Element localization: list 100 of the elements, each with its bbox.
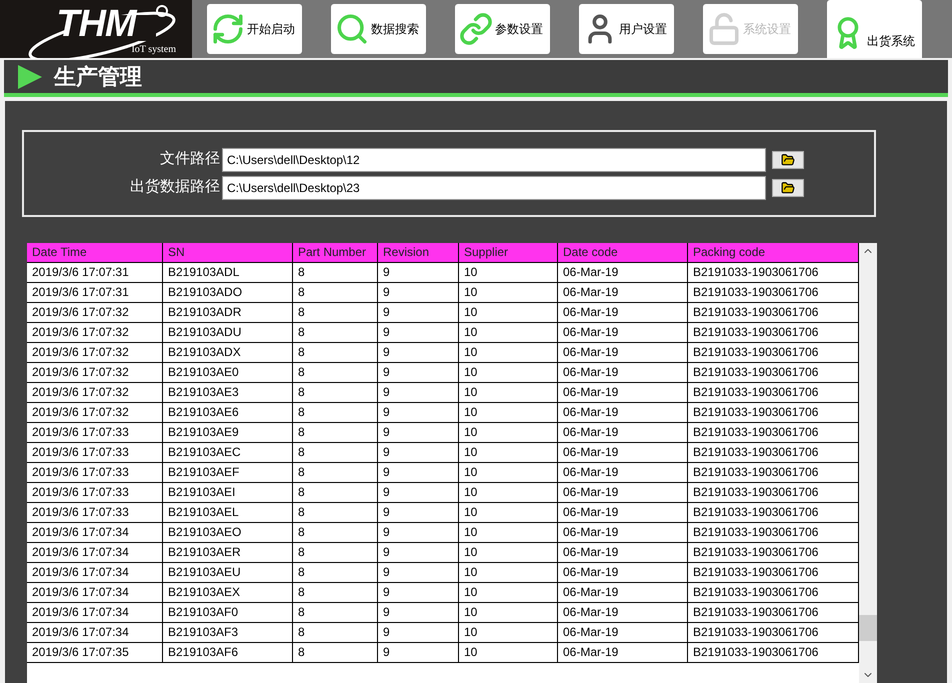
table-cell: B219103AEU	[163, 563, 293, 582]
table-cell: B219103ADU	[163, 323, 293, 342]
table-cell: 9	[378, 283, 459, 302]
nav-tab[interactable]: 开始启动	[207, 4, 302, 54]
table-cell: 06-Mar-19	[558, 343, 688, 362]
table-cell: 06-Mar-19	[558, 483, 688, 502]
table-cell: 2019/3/6 17:07:32	[27, 363, 163, 382]
logo-subtitle: IoT system	[131, 43, 176, 57]
browse-button[interactable]	[772, 150, 804, 168]
column-header[interactable]: SN	[163, 243, 293, 262]
table-cell: 8	[293, 463, 378, 482]
play-icon	[16, 62, 44, 91]
table-cell: 06-Mar-19	[558, 623, 688, 642]
table-cell: 2019/3/6 17:07:32	[27, 383, 163, 402]
table-cell: 10	[459, 323, 558, 342]
table-cell: 2019/3/6 17:07:33	[27, 443, 163, 462]
table-cell: 8	[293, 263, 378, 282]
table-cell: 10	[459, 463, 558, 482]
table-cell: 2019/3/6 17:07:31	[27, 283, 163, 302]
table-cell: 8	[293, 343, 378, 362]
table-cell: 9	[378, 403, 459, 422]
table-cell: 9	[378, 263, 459, 282]
table-cell: 06-Mar-19	[558, 543, 688, 562]
table-cell: 9	[378, 643, 459, 662]
table-cell: 06-Mar-19	[558, 363, 688, 382]
browse-button[interactable]	[772, 178, 804, 196]
table-cell: 2019/3/6 17:07:34	[27, 583, 163, 602]
table-cell: 8	[293, 563, 378, 582]
table-cell: 10	[459, 423, 558, 442]
table-cell: 10	[459, 643, 558, 662]
path-field[interactable]: C:\Users\dell\Desktop\23	[222, 176, 766, 200]
table-cell: B219103AF0	[163, 603, 293, 622]
table-cell: B219103ADX	[163, 343, 293, 362]
table-cell: 9	[378, 363, 459, 382]
table-cell: B219103AE9	[163, 423, 293, 442]
table-cell: 2019/3/6 17:07:34	[27, 623, 163, 642]
table-cell: 8	[293, 583, 378, 602]
table-cell: 10	[459, 303, 558, 322]
table-cell: 10	[459, 503, 558, 522]
table-cell: 06-Mar-19	[558, 383, 688, 402]
table-cell: 06-Mar-19	[558, 523, 688, 542]
table-cell: B219103ADO	[163, 283, 293, 302]
nav-tab[interactable]: 参数设置	[455, 4, 550, 54]
table-cell: 06-Mar-19	[558, 643, 688, 662]
table-cell: 10	[459, 363, 558, 382]
column-header[interactable]: Supplier	[459, 243, 558, 262]
table-cell: 8	[293, 603, 378, 622]
column-header[interactable]: Date code	[558, 243, 688, 262]
table-cell: 9	[378, 583, 459, 602]
table-cell: 9	[378, 443, 459, 462]
table-cell: B219103AE3	[163, 383, 293, 402]
table-cell: B219103AEF	[163, 463, 293, 482]
search-icon	[335, 12, 369, 46]
table-cell: 8	[293, 423, 378, 442]
table-cell: B219103ADR	[163, 303, 293, 322]
table-cell: 2019/3/6 17:07:33	[27, 483, 163, 502]
table-cell: B219103AEC	[163, 443, 293, 462]
table-cell: 2019/3/6 17:07:32	[27, 343, 163, 362]
table-cell: 06-Mar-19	[558, 403, 688, 422]
table-cell: B219103AER	[163, 543, 293, 562]
scrollbar[interactable]	[859, 243, 877, 683]
table-cell: 9	[378, 523, 459, 542]
table-cell: 10	[459, 603, 558, 622]
path-field[interactable]: C:\Users\dell\Desktop\12	[222, 148, 766, 172]
table-cell: 10	[459, 543, 558, 562]
table-cell: 8	[293, 643, 378, 662]
table-cell: B219103AEI	[163, 483, 293, 502]
column-header[interactable]: Date Time	[27, 243, 163, 262]
refresh-icon	[211, 12, 245, 46]
nav-tab[interactable]: 数据搜索	[331, 4, 426, 54]
table-cell: 06-Mar-19	[558, 263, 688, 282]
table-cell: 8	[293, 283, 378, 302]
table-cell: 8	[293, 523, 378, 542]
table-cell: 06-Mar-19	[558, 283, 688, 302]
table-cell: 10	[459, 343, 558, 362]
table-cell: 9	[378, 543, 459, 562]
column-header[interactable]: Part Number	[293, 243, 378, 262]
table-cell: 06-Mar-19	[558, 303, 688, 322]
table-cell: 8	[293, 403, 378, 422]
scroll-thumb[interactable]	[859, 615, 877, 641]
table-cell: 2019/3/6 17:07:33	[27, 463, 163, 482]
table-cell: 06-Mar-19	[558, 563, 688, 582]
table-cell: 2019/3/6 17:07:34	[27, 543, 163, 562]
table-cell: 2019/3/6 17:07:33	[27, 423, 163, 442]
logo-text: THM	[56, 5, 136, 43]
page-title: 生产管理	[54, 63, 142, 92]
table-cell: 9	[378, 503, 459, 522]
table-cell: 2019/3/6 17:07:32	[27, 303, 163, 322]
table-cell: 10	[459, 283, 558, 302]
table-cell: 9	[378, 303, 459, 322]
table-cell: 06-Mar-19	[558, 443, 688, 462]
nav-tab[interactable]: 用户设置	[579, 4, 674, 54]
nav-tab[interactable]: 出货系统	[827, 0, 922, 58]
table-cell: 10	[459, 583, 558, 602]
column-header[interactable]: Revision	[378, 243, 459, 262]
table-cell: B219103AE6	[163, 403, 293, 422]
table-cell: 8	[293, 503, 378, 522]
table-cell: 2019/3/6 17:07:31	[27, 263, 163, 282]
table-cell: B219103AEX	[163, 583, 293, 602]
table-cell: 06-Mar-19	[558, 503, 688, 522]
